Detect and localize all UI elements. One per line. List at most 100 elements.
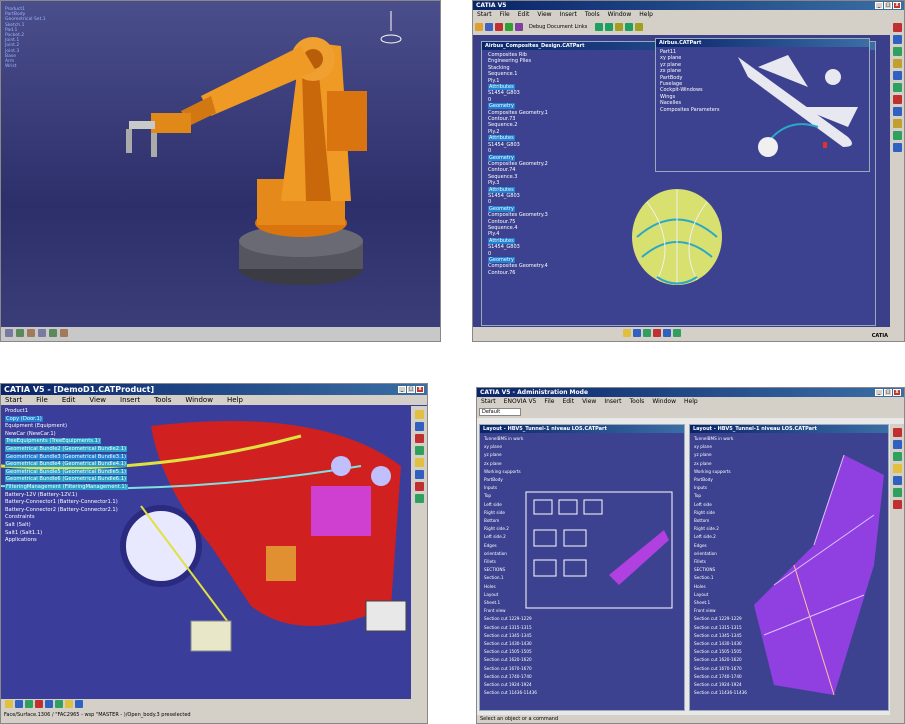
- tree-node[interactable]: Geometrical Bundle2 (Geometrical Bundle2…: [5, 445, 128, 454]
- tool-icon[interactable]: [892, 59, 902, 68]
- tool-icon[interactable]: [475, 23, 483, 31]
- tool-icon[interactable]: [892, 35, 902, 44]
- tool-icon[interactable]: [16, 329, 24, 337]
- tree-node[interactable]: Section cut 1345-1345: [484, 632, 537, 640]
- tree-node[interactable]: Geometrical Bundle4 (Geometrical Bundle4…: [5, 461, 128, 469]
- tool-icon[interactable]: [892, 47, 902, 56]
- tool-icon[interactable]: [505, 23, 513, 31]
- tree-node[interactable]: Composites Parameters: [660, 107, 720, 113]
- tree-node[interactable]: Product1: [5, 408, 128, 416]
- tool-icon[interactable]: [892, 131, 902, 140]
- tree-node[interactable]: Geometrical Bundle3 (Geometrical Bundle3…: [5, 453, 128, 462]
- menu-item[interactable]: Help: [684, 398, 698, 405]
- menu-item[interactable]: View: [89, 396, 106, 404]
- tree-node[interactable]: Section cut 1229-1229: [484, 615, 537, 623]
- menu-item[interactable]: Insert: [120, 396, 140, 404]
- tool-icon[interactable]: [65, 700, 73, 708]
- menu-item[interactable]: File: [36, 396, 48, 404]
- tree-node[interactable]: Copy (Door.1): [5, 415, 128, 424]
- tree-node[interactable]: Section cut 1505-1505: [484, 648, 537, 656]
- tool-icon[interactable]: [15, 700, 23, 708]
- tree-node[interactable]: TunnelBMS in work: [694, 435, 747, 443]
- tool-icon[interactable]: [515, 23, 523, 31]
- close-button[interactable]: x: [893, 2, 901, 9]
- tree-node[interactable]: Section cut 1620-1620: [484, 656, 537, 664]
- debug-links-checkbox[interactable]: Debug Document Links: [529, 24, 587, 30]
- tree-node[interactable]: Applications: [5, 537, 128, 545]
- tool-icon[interactable]: [892, 83, 902, 92]
- tool-icon[interactable]: [635, 23, 644, 31]
- menu-item[interactable]: Start: [481, 398, 496, 405]
- menu-item[interactable]: Edit: [62, 396, 76, 404]
- menu-item[interactable]: Help: [639, 11, 653, 18]
- maximize-button[interactable]: □: [407, 386, 415, 393]
- menu-item[interactable]: View: [537, 11, 551, 18]
- minimize-button[interactable]: _: [398, 386, 406, 393]
- tool-icon[interactable]: [615, 23, 624, 31]
- menu-item[interactable]: Tools: [154, 396, 171, 404]
- tool-icon[interactable]: [35, 700, 43, 708]
- tree-node[interactable]: Battery-12V (Battery-12V.1): [5, 492, 128, 500]
- tool-icon[interactable]: [495, 23, 503, 31]
- tool-icon[interactable]: [625, 23, 634, 31]
- tree-node[interactable]: Working supports: [484, 468, 537, 476]
- maximize-button[interactable]: □: [884, 389, 892, 396]
- tree-node[interactable]: NewCar (NewCar.1): [5, 431, 128, 439]
- tool-icon[interactable]: [892, 476, 902, 485]
- tree-node[interactable]: PartBody: [484, 476, 537, 484]
- menu-item[interactable]: File: [500, 11, 510, 18]
- tool-icon[interactable]: [892, 95, 902, 104]
- minimize-button[interactable]: _: [875, 2, 883, 9]
- tree-node[interactable]: xy plane: [484, 443, 537, 451]
- tool-icon[interactable]: [892, 71, 902, 80]
- tool-icon[interactable]: [892, 500, 902, 509]
- menu-item[interactable]: File: [544, 398, 554, 405]
- tool-icon[interactable]: [45, 700, 53, 708]
- tree-node[interactable]: Section cut 1430-1430: [484, 640, 537, 648]
- tree-node[interactable]: Constraints: [5, 514, 128, 522]
- tool-icon[interactable]: [38, 329, 46, 337]
- tool-icon[interactable]: [5, 700, 13, 708]
- menu-item[interactable]: Insert: [604, 398, 621, 405]
- menu-item[interactable]: Insert: [560, 11, 577, 18]
- tree-node[interactable]: Section cut 1740-1740: [484, 673, 537, 681]
- tree-node[interactable]: Section cut 1315-1315: [484, 624, 537, 632]
- tool-icon[interactable]: [5, 329, 13, 337]
- tree-node[interactable]: Section cut 1924-1924: [484, 681, 537, 689]
- tool-icon[interactable]: [892, 119, 902, 128]
- menu-item[interactable]: View: [582, 398, 596, 405]
- tool-icon[interactable]: [49, 329, 57, 337]
- tree-node[interactable]: Battery-Connector1 (Battery-Connector1.1…: [5, 499, 128, 507]
- menu-item[interactable]: Help: [227, 396, 243, 404]
- tree-node[interactable]: TreeEquipments (TreeEquipments.1): [5, 438, 128, 446]
- tool-icon[interactable]: [653, 329, 661, 337]
- menu-item[interactable]: Window: [652, 398, 676, 405]
- tool-icon[interactable]: [623, 329, 631, 337]
- tool-icon[interactable]: [892, 23, 902, 32]
- tool-icon[interactable]: [414, 494, 424, 503]
- tree-node[interactable]: Section cut 1670-1670: [484, 665, 537, 673]
- tool-icon[interactable]: [55, 700, 63, 708]
- tool-icon[interactable]: [663, 329, 671, 337]
- menu-item[interactable]: Tools: [630, 398, 645, 405]
- tool-icon[interactable]: [75, 700, 83, 708]
- default-select[interactable]: Default: [479, 408, 522, 416]
- tool-icon[interactable]: [605, 23, 614, 31]
- menu-item[interactable]: Window: [608, 11, 632, 18]
- menu-item[interactable]: Edit: [562, 398, 574, 405]
- tool-icon[interactable]: [595, 23, 604, 31]
- maximize-button[interactable]: □: [884, 2, 892, 9]
- tool-icon[interactable]: [892, 107, 902, 116]
- tree-node[interactable]: Geometrical Bundle5 (Geometrical Bundle5…: [5, 468, 128, 477]
- tool-icon[interactable]: [414, 458, 424, 467]
- tool-icon[interactable]: [27, 329, 35, 337]
- tool-icon[interactable]: [414, 446, 424, 455]
- tool-icon[interactable]: [414, 422, 424, 431]
- tree-node[interactable]: Salt1 (Salt1.1): [5, 530, 128, 538]
- tree-node[interactable]: Equipment (Equipment): [5, 423, 128, 431]
- close-button[interactable]: x: [893, 389, 901, 396]
- close-button[interactable]: x: [416, 386, 424, 393]
- tool-icon[interactable]: [414, 470, 424, 479]
- tool-icon[interactable]: [633, 329, 641, 337]
- tree-node[interactable]: TunnelBMS in work: [484, 435, 537, 443]
